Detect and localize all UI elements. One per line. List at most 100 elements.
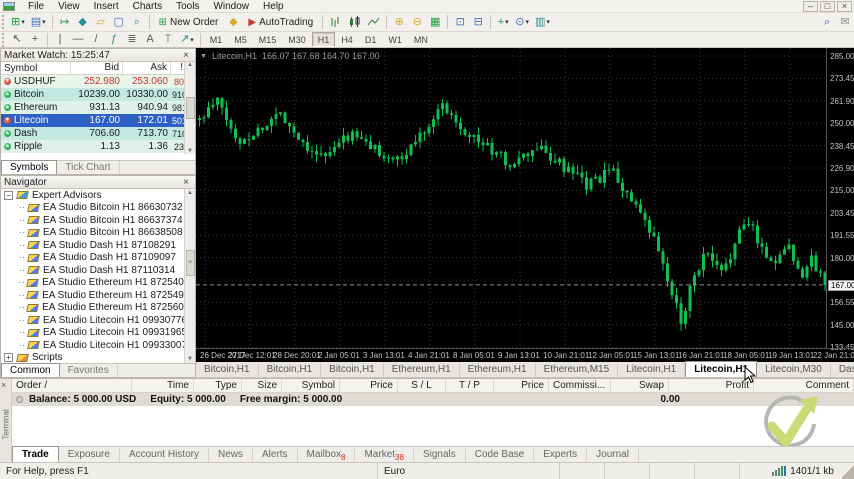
terminal-tab-journal[interactable]: Journal: [587, 448, 639, 462]
candlestick-chart-button[interactable]: [345, 14, 364, 31]
profiles-button[interactable]: ▤ ▾: [28, 14, 49, 31]
navigator-ea-item[interactable]: ·· EA Studio Dash H1 87109097: [1, 252, 195, 265]
periods-button[interactable]: ⊙ ▾: [512, 14, 532, 31]
timeframe-m30[interactable]: M30: [282, 32, 312, 47]
terminal-column-swap[interactable]: Swap: [611, 378, 669, 393]
cascade-windows-button[interactable]: ⊡: [451, 14, 469, 31]
terminal-tab-news[interactable]: News: [209, 448, 253, 462]
terminal-tab-market[interactable]: Market38: [355, 448, 414, 462]
market-watch-row[interactable]: ▼ USDHUF 252.980 253.060 80: [1, 75, 195, 88]
market-watch-row[interactable]: ▲ Ripple 1.13 1.36 23: [1, 140, 195, 153]
terminal-column-size[interactable]: Size: [242, 378, 282, 393]
zoom-in-button[interactable]: ⊕: [390, 14, 408, 31]
chart-tab-litecoin-h1[interactable]: Litecoin,H1: [618, 363, 686, 377]
navigator-ea-item[interactable]: ·· EA Studio Litecoin H1 09931965: [1, 327, 195, 340]
navigator-root-scripts[interactable]: + Scripts: [1, 352, 195, 363]
terminal-column-time[interactable]: Time: [132, 378, 194, 393]
search-icon[interactable]: ⌕: [818, 14, 836, 31]
chart-tab-ethereum-h1[interactable]: Ethereum,H1: [384, 363, 460, 377]
horizontal-line-tool-button[interactable]: —: [69, 31, 87, 48]
market-watch-row[interactable]: ▲Bitcoin 10239.00 10330.00 9100: [1, 88, 195, 101]
bar-chart-button[interactable]: [326, 14, 345, 31]
scroll-thumb[interactable]: [185, 97, 195, 119]
market-watch-tab-tick-chart[interactable]: Tick Chart: [57, 161, 120, 174]
navigator-ea-item[interactable]: ·· EA Studio Bitcoin H1 86637374: [1, 214, 195, 227]
crosshair-tool-button[interactable]: +: [26, 31, 44, 48]
fibonacci-tool-button[interactable]: ≣: [123, 31, 141, 48]
cursor-tool-button[interactable]: ↖: [8, 31, 26, 48]
terminal-tab-account-history[interactable]: Account History: [120, 448, 209, 462]
market-watch-tab-symbols[interactable]: Symbols: [1, 160, 58, 174]
text-tool-button[interactable]: A: [141, 31, 159, 48]
timeframe-m5[interactable]: M5: [228, 32, 253, 47]
new-order-button[interactable]: ⊞ New Order: [153, 14, 225, 31]
terminal-column-type[interactable]: Type: [194, 378, 242, 393]
restore-button[interactable]: □: [820, 0, 835, 12]
close-button[interactable]: ×: [837, 0, 852, 12]
terminal-tab-exposure[interactable]: Exposure: [59, 448, 120, 462]
market-watch-scrollbar[interactable]: ▲ ▼: [184, 62, 195, 154]
terminal-close-icon[interactable]: ×: [1, 380, 6, 390]
chart-tab-bitcoin-h1[interactable]: Bitcoin,H1: [259, 363, 322, 377]
arrows-tool-button[interactable]: ↗ ▾: [177, 31, 197, 48]
terminal-column-commissi[interactable]: Commissi...: [549, 378, 611, 393]
chart-tab-dash-m15[interactable]: Dash,M15: [831, 363, 854, 377]
timeframe-mn[interactable]: MN: [408, 32, 434, 47]
scroll-up-icon[interactable]: ▲: [187, 190, 193, 196]
label-tool-button[interactable]: T: [159, 31, 177, 48]
navigator-tab-favorites[interactable]: Favorites: [60, 364, 118, 377]
chart-shift-button[interactable]: ↦: [56, 14, 74, 31]
chart-plot-area[interactable]: ▼ Litecoin,H1 166.07 167.68 164.70 167.0…: [196, 48, 827, 348]
autotrading-button[interactable]: ▶ AutoTrading: [242, 14, 319, 31]
chart-tab-litecoin-h1[interactable]: Litecoin,H1: [685, 361, 758, 377]
terminal-tab-mailbox[interactable]: Mailbox8: [298, 448, 356, 462]
column-header-[interactable]: !: [171, 62, 185, 74]
terminal-column-profit[interactable]: Profit: [669, 378, 754, 393]
terminal-tab-experts[interactable]: Experts: [534, 448, 588, 462]
terminal-column-price[interactable]: Price: [340, 378, 398, 393]
metaeditor-button[interactable]: ◆: [224, 14, 242, 31]
navigator-root-expert-advisors[interactable]: − Expert Advisors: [1, 189, 195, 202]
collapse-icon[interactable]: −: [4, 190, 13, 200]
channel-tool-button[interactable]: ƒ: [105, 31, 123, 48]
column-header-symbol[interactable]: Symbol: [1, 62, 71, 74]
terminal-tab-signals[interactable]: Signals: [414, 448, 466, 462]
new-chart-button[interactable]: ⊞ ▾: [8, 14, 28, 31]
scroll-down-icon[interactable]: ▼: [187, 356, 193, 362]
zoom-out-button[interactable]: ⊖: [408, 14, 426, 31]
vertical-line-tool-button[interactable]: |: [51, 31, 69, 48]
scroll-up-icon[interactable]: ▲: [187, 62, 193, 68]
terminal-column-price[interactable]: Price: [494, 378, 549, 393]
menu-item-insert[interactable]: Insert: [87, 1, 126, 12]
menu-item-help[interactable]: Help: [256, 1, 291, 12]
chart-autoscroll-button[interactable]: ◆: [74, 14, 92, 31]
navigator-ea-item[interactable]: ·· EA Studio Ethereum H1 87254065: [1, 277, 195, 290]
menu-item-window[interactable]: Window: [206, 1, 256, 12]
menu-item-charts[interactable]: Charts: [126, 1, 169, 12]
strategy-tester-button[interactable]: ⌕: [128, 14, 146, 31]
chart-window[interactable]: ▼ Litecoin,H1 166.07 167.68 164.70 167.0…: [196, 48, 854, 362]
market-watch-close-icon[interactable]: ×: [180, 50, 192, 61]
tile-windows-button[interactable]: ▦: [426, 14, 444, 31]
market-watch-row[interactable]: ▲Ethereum 931.13 940.94 981: [1, 101, 195, 114]
templates-button[interactable]: ▥ ▾: [532, 14, 553, 31]
chat-icon[interactable]: ✉: [836, 14, 854, 31]
navigator-ea-item[interactable]: ·· EA Studio Litecoin H1 09933007: [1, 339, 195, 352]
line-chart-button[interactable]: [364, 14, 383, 31]
terminal-column-sl[interactable]: S / L: [398, 378, 446, 393]
timeframe-m15[interactable]: M15: [253, 32, 283, 47]
timeframe-w1[interactable]: W1: [382, 32, 408, 47]
timeframe-m1[interactable]: M1: [204, 32, 229, 47]
menu-item-file[interactable]: File: [21, 1, 51, 12]
navigator-ea-item[interactable]: ·· EA Studio Bitcoin H1 86630732: [1, 202, 195, 215]
chart-tab-ethereum-m15[interactable]: Ethereum,M15: [536, 363, 619, 377]
navigator-ea-item[interactable]: ·· EA Studio Ethereum H1 87254979: [1, 289, 195, 302]
chart-tab-bitcoin-h1[interactable]: Bitcoin,H1: [196, 363, 259, 377]
navigator-ea-item[interactable]: ·· EA Studio Bitcoin H1 86638508: [1, 227, 195, 240]
indicators-button[interactable]: + ▾: [494, 14, 512, 31]
scroll-thumb[interactable]: ≡: [185, 250, 195, 276]
market-watch-row[interactable]: ▲Dash 706.60 713.70 710: [1, 127, 195, 140]
column-header-ask[interactable]: Ask: [123, 62, 171, 74]
trendline-tool-button[interactable]: /: [87, 31, 105, 48]
navigator-ea-item[interactable]: ·· EA Studio Ethereum H1 87256005: [1, 302, 195, 315]
